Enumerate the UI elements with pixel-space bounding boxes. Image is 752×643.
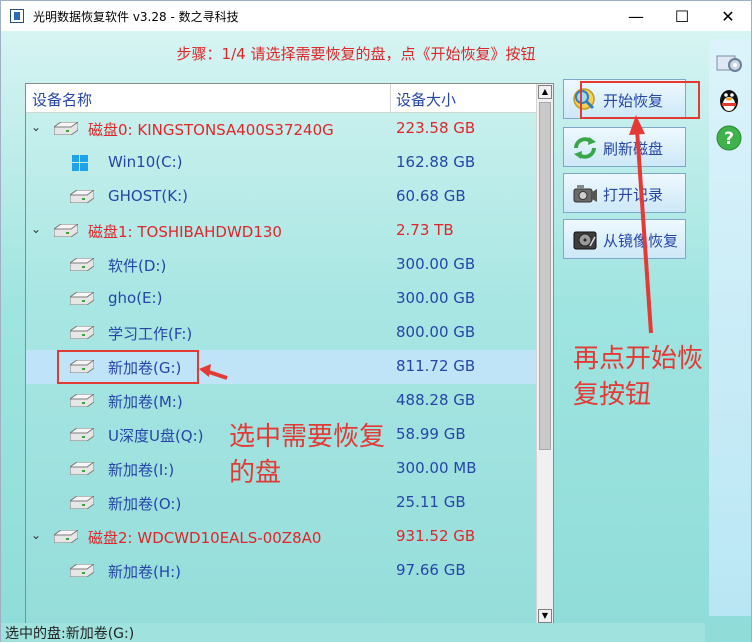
device-size: 25.11 GB	[396, 493, 466, 511]
partition-row[interactable]: 新加卷(H:) 97.66 GB	[26, 554, 538, 588]
annotation-select-line2: 的盘	[229, 458, 282, 488]
disk-row[interactable]: ⌄ 磁盘1: TOSHIBAHDWD130 2.73 TB	[26, 214, 538, 248]
annotation-select-disk: 选中需要恢复 的盘	[229, 419, 385, 491]
list-header: 设备名称 设备大小	[26, 84, 538, 113]
disk-row[interactable]: ⌄ 磁盘2: WDCWD10EALS-00Z8A0 931.52 GB	[26, 520, 538, 554]
device-name: 新加卷(I:)	[108, 461, 175, 479]
scroll-up-arrow[interactable]: ▲	[538, 85, 552, 99]
expand-toggle-icon[interactable]: ⌄	[31, 222, 41, 236]
device-size: 811.72 GB	[396, 357, 476, 375]
device-name: 新加卷(O:)	[108, 495, 182, 513]
partition-drive-icon	[70, 394, 94, 407]
annotation-click-start: 再点开始恢 复按钮	[573, 341, 703, 413]
step-instruction: 步骤：1/4 请选择需要恢复的盘，点《开始恢复》按钮	[176, 45, 536, 63]
partition-row[interactable]: 新加卷(M:) 488.28 GB	[26, 384, 538, 418]
device-size: 60.68 GB	[396, 187, 466, 205]
device-size: 488.28 GB	[396, 391, 476, 409]
device-name: gho(E:)	[108, 289, 163, 307]
hard-drive-icon	[573, 231, 597, 250]
partition-drive-icon	[70, 292, 94, 305]
device-name: 新加卷(M:)	[108, 393, 183, 411]
hard-disk-icon	[54, 530, 78, 543]
selection-highlight-box	[57, 350, 199, 384]
hard-disk-icon	[54, 224, 78, 237]
partition-drive-icon	[70, 190, 94, 203]
column-header-name[interactable]: 设备名称	[32, 89, 92, 110]
list-scrollbar[interactable]: ▲ ▼	[536, 84, 553, 625]
partition-drive-icon	[70, 462, 94, 475]
expand-toggle-icon[interactable]: ⌄	[31, 528, 41, 542]
svg-text:?: ?	[724, 129, 734, 149]
start-button-highlight-box	[580, 81, 700, 119]
main-content: 步骤：1/4 请选择需要恢复的盘，点《开始恢复》按钮 设备名称 设备大小 ⌄ 磁盘…	[1, 31, 751, 642]
minimize-button[interactable]: —	[613, 1, 659, 31]
device-name: 磁盘1: TOSHIBAHDWD130	[88, 223, 282, 241]
device-size: 300.00 GB	[396, 255, 476, 273]
device-size: 800.00 GB	[396, 323, 476, 341]
partition-row[interactable]: GHOST(K:) 60.68 GB	[26, 180, 538, 214]
device-name: 磁盘2: WDCWD10EALS-00Z8A0	[88, 529, 322, 547]
device-size: 162.88 GB	[396, 153, 476, 171]
restore-from-image-label: 从镜像恢复	[603, 232, 679, 250]
open-record-button[interactable]: 打开记录	[563, 173, 686, 213]
windows-logo-icon	[72, 155, 88, 171]
open-record-label: 打开记录	[603, 186, 664, 204]
side-toolbar: ?	[709, 39, 751, 616]
device-name: 磁盘0: KINGSTONSA400S37240G	[88, 121, 334, 139]
partition-row[interactable]: 学习工作(F:) 800.00 GB	[26, 316, 538, 350]
scroll-down-arrow[interactable]: ▼	[538, 609, 552, 623]
partition-drive-icon	[70, 428, 94, 441]
device-name: U深度U盘(Q:)	[108, 427, 204, 445]
title-bar: 光明数据恢复软件 v3.28 - 数之寻科技 — ☐ ✕	[1, 1, 751, 31]
status-bar: 选中的盘:新加卷(G:)	[1, 623, 705, 642]
refresh-icon	[574, 137, 596, 159]
device-name: 新加卷(H:)	[108, 563, 182, 581]
window-title: 光明数据恢复软件 v3.28 - 数之寻科技	[33, 10, 239, 24]
restore-from-image-button[interactable]: 从镜像恢复	[563, 219, 686, 259]
device-size: 58.99 GB	[396, 425, 466, 443]
device-size: 931.52 GB	[396, 527, 476, 545]
device-size: 300.00 GB	[396, 289, 476, 307]
partition-row[interactable]: Win10(C:) 162.88 GB	[26, 146, 538, 180]
annotation-start-line2: 复按钮	[573, 380, 652, 410]
settings-gear-icon[interactable]	[714, 47, 744, 77]
refresh-disks-button[interactable]: 刷新磁盘	[563, 127, 686, 167]
partition-row[interactable]: gho(E:) 300.00 GB	[26, 282, 538, 316]
partition-drive-icon	[70, 258, 94, 271]
app-window: 光明数据恢复软件 v3.28 - 数之寻科技 — ☐ ✕ 步骤：1/4 请选择需…	[0, 0, 752, 642]
app-icon	[10, 9, 24, 23]
device-name: 软件(D:)	[108, 257, 167, 275]
close-button[interactable]: ✕	[705, 1, 751, 31]
annotation-select-line1: 选中需要恢复	[229, 422, 386, 452]
qq-penguin-icon[interactable]	[714, 85, 744, 115]
device-name: Win10(C:)	[108, 153, 183, 171]
partition-drive-icon	[70, 496, 94, 509]
partition-drive-icon	[70, 326, 94, 339]
disk-row[interactable]: ⌄ 磁盘0: KINGSTONSA400S37240G 223.58 GB	[26, 112, 538, 146]
selected-disk-status: 选中的盘:新加卷(G:)	[5, 626, 135, 642]
annotation-start-line1: 再点开始恢	[573, 344, 704, 374]
refresh-disks-label: 刷新磁盘	[603, 140, 664, 158]
device-name: 学习工作(F:)	[108, 325, 193, 343]
column-header-size[interactable]: 设备大小	[396, 89, 456, 110]
scroll-thumb[interactable]	[539, 102, 551, 450]
partition-row[interactable]: 软件(D:) 300.00 GB	[26, 248, 538, 282]
help-question-icon[interactable]: ?	[714, 123, 744, 153]
device-size: 300.00 MB	[396, 459, 477, 477]
device-size: 2.73 TB	[396, 221, 454, 239]
device-name: GHOST(K:)	[108, 187, 188, 205]
device-size: 97.66 GB	[396, 561, 466, 579]
maximize-button[interactable]: ☐	[659, 1, 705, 31]
partition-drive-icon	[70, 564, 94, 577]
header-divider	[390, 84, 391, 112]
partition-row[interactable]: 新加卷(O:) 25.11 GB	[26, 486, 538, 520]
device-size: 223.58 GB	[396, 119, 476, 137]
hard-disk-icon	[54, 122, 78, 135]
camera-icon	[573, 185, 597, 203]
expand-toggle-icon[interactable]: ⌄	[31, 120, 41, 134]
